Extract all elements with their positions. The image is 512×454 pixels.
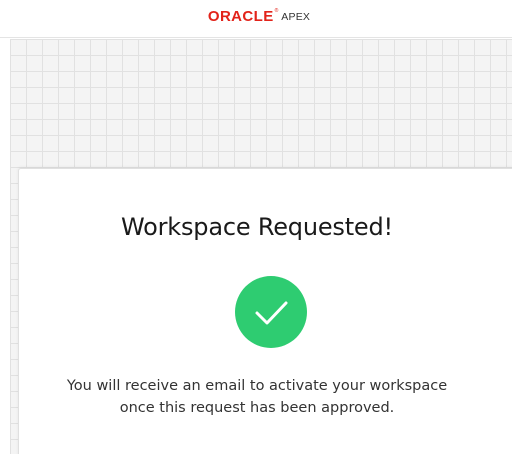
message-line-2: once this request has been approved.	[119, 400, 395, 416]
page-title: Workspace Requested!	[121, 213, 393, 241]
confirmation-card: Workspace Requested! You will receive an…	[18, 168, 512, 454]
top-bar: ORACLE ® APEX	[0, 0, 512, 38]
confirmation-message: You will receive an email to activate yo…	[19, 375, 495, 419]
page: ORACLE ® APEX Workspace Requested! You w…	[0, 0, 512, 454]
logo-registered-mark: ®	[274, 8, 279, 14]
checkmark-icon	[255, 301, 288, 325]
logo-brand-text: ORACLE	[207, 8, 274, 25]
logo-product-text: APEX	[281, 11, 311, 23]
checkmark-circle-icon	[235, 276, 307, 348]
message-line-1: You will receive an email to activate yo…	[66, 378, 448, 394]
oracle-apex-logo[interactable]: ORACLE ® APEX	[207, 8, 311, 25]
